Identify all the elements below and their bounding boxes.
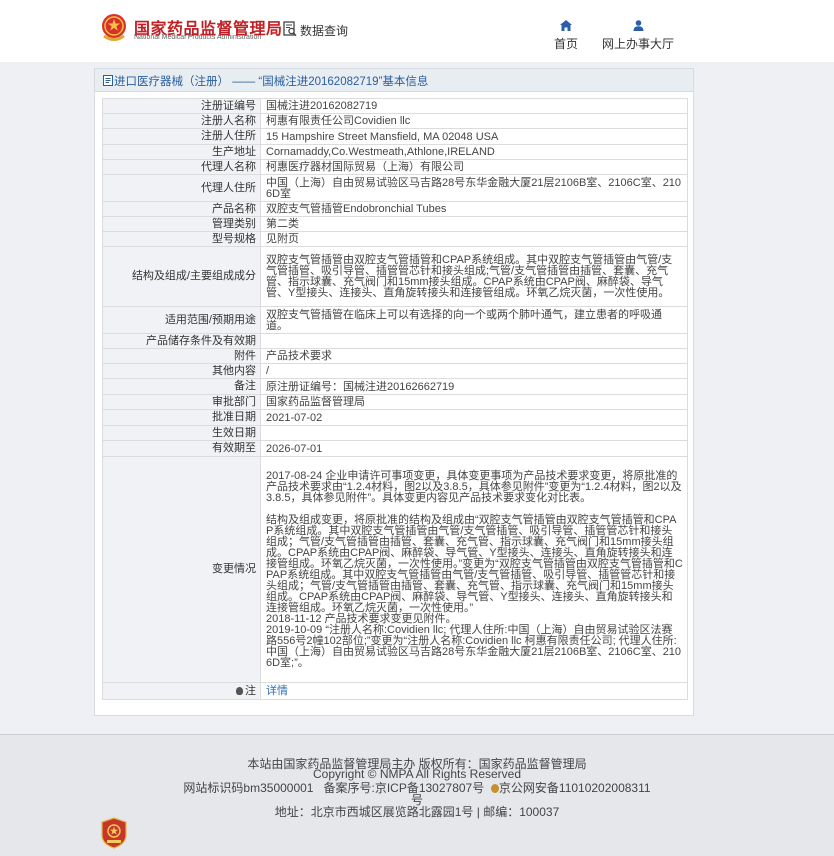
row-value: 双腔支气管插管Endobronchial Tubes [260, 201, 688, 217]
lightbulb-icon [236, 686, 243, 695]
change-history-text: 2017-08-24 企业申请许可事项变更，具体变更事项为产品技术要求变更，将原… [266, 470, 683, 669]
table-row: 代理人住所 中国（上海）自由贸易试验区马吉路28号东华金融大厦21层2106B室、… [102, 174, 688, 202]
data-query-icon[interactable] [283, 21, 297, 37]
user-icon [633, 20, 643, 31]
site-title-en: National Medical Products Administration [134, 34, 262, 41]
row-value: 2026-07-01 [260, 440, 688, 457]
party-government-badge-icon[interactable] [101, 817, 127, 849]
note-key: 注 [102, 682, 261, 700]
row-key: 产品储存条件及有效期 [102, 333, 261, 349]
table-row: 管理类别 第二类 [102, 216, 688, 232]
data-query-link[interactable]: 数据查询 [300, 22, 348, 39]
row-key: 生效日期 [102, 425, 261, 441]
table-row: 变更情况 2017-08-24 企业申请许可事项变更，具体变更事项为产品技术要求… [102, 456, 688, 683]
row-value: 第二类 [260, 216, 688, 232]
table-row: 代理人名称 柯惠医疗器材国际贸易（上海）有限公司 [102, 159, 688, 175]
site-header: 国家药品监督管理局 National Medical Products Admi… [0, 0, 834, 62]
row-value: 原注册证编号：国械注进20162662719 [260, 378, 688, 395]
panel-title-number: “国械注进20162082719” [258, 76, 383, 88]
document-icon [103, 75, 113, 86]
row-value: 见附页 [260, 231, 688, 247]
table-row: 附件 产品技术要求 [102, 348, 688, 364]
row-key: 附件 [102, 348, 261, 364]
table-row: 生效日期 [102, 425, 688, 441]
row-value [260, 425, 688, 441]
table-row: 型号规格 见附页 [102, 231, 688, 247]
table-row: 生产地址 Cornamaddy,Co.Westmeath,Athlone,IREL… [102, 144, 688, 160]
table-row: 注册人名称 柯惠有限责任公司Covidien llc [102, 113, 688, 129]
table-row: 适用范围/预期用途 双腔支气管插管在临床上可以有选择的向一个或两个肺叶通气，建立患… [102, 306, 688, 334]
row-value: 双腔支气管插管在临床上可以有选择的向一个或两个肺叶通气，建立患者的呼吸通道。 [260, 306, 688, 334]
row-value: 国械注进20162082719 [260, 98, 688, 114]
row-key: 型号规格 [102, 231, 261, 247]
row-value: 中国（上海）自由贸易试验区马吉路28号东华金融大厦21层2106B室、2106C… [260, 174, 688, 202]
table-row: 其他内容 / [102, 363, 688, 379]
note-value: 详情 [260, 682, 688, 700]
row-value: 双腔支气管插管由双腔支气管插管和CPAP系统组成。其中双腔支气管插管由气管/支气… [260, 246, 688, 307]
change-history-value: 2017-08-24 企业申请许可事项变更，具体变更事项为产品技术要求变更，将原… [260, 456, 688, 683]
row-value: 2021-07-02 [260, 409, 688, 426]
info-table: 注册证编号 国械注进20162082719 注册人名称 柯惠有限责任公司Covidi… [102, 98, 688, 700]
nav-online-hall[interactable]: 网上办事大厅 [596, 20, 680, 52]
nav-online-label: 网上办事大厅 [601, 37, 674, 51]
row-key: 注册人名称 [102, 113, 261, 129]
note-key-label: 注 [245, 684, 256, 697]
row-key: 有效期至 [102, 440, 261, 457]
row-value [260, 333, 688, 349]
row-key: 注册人住所 [102, 128, 261, 145]
details-link[interactable]: 详情 [266, 685, 288, 697]
row-value: Cornamaddy,Co.Westmeath,Athlone,IRELAND [260, 144, 688, 160]
row-value: / [260, 363, 688, 379]
site-footer: 本站由国家药品监督管理局主办 版权所有：国家药品监督管理局 Copyright … [0, 734, 834, 856]
row-key: 代理人住所 [102, 174, 261, 202]
row-key: 批准日期 [102, 409, 261, 426]
table-row: 产品名称 双腔支气管插管Endobronchial Tubes [102, 201, 688, 217]
panel-title-suffix: 基本信息 [382, 76, 429, 88]
row-key: 审批部门 [102, 394, 261, 410]
row-key: 变更情况 [102, 456, 261, 683]
row-key: 管理类别 [102, 216, 261, 232]
table-row: 注 详情 [102, 682, 688, 700]
panel-title-prefix: 进口医疗器械（注册） [114, 76, 229, 88]
row-key: 注册证编号 [102, 98, 261, 114]
table-row: 注册证编号 国械注进20162082719 [102, 98, 688, 114]
home-icon [560, 20, 572, 31]
row-key: 备注 [102, 378, 261, 395]
detail-panel: 进口医疗器械（注册） —— “国械注进20162082719”基本信息 注册证编… [94, 68, 694, 716]
table-row: 有效期至 2026-07-01 [102, 440, 688, 457]
row-key: 代理人名称 [102, 159, 261, 175]
row-value: 产品技术要求 [260, 348, 688, 364]
row-value: 柯惠医疗器材国际贸易（上海）有限公司 [260, 159, 688, 175]
row-key: 适用范围/预期用途 [102, 306, 261, 334]
nav-home[interactable]: 首页 [548, 20, 584, 52]
row-value: 国家药品监督管理局 [260, 394, 688, 410]
row-key: 其他内容 [102, 363, 261, 379]
table-row: 备注 原注册证编号：国械注进20162662719 [102, 378, 688, 395]
table-row: 批准日期 2021-07-02 [102, 409, 688, 426]
panel-title: 进口医疗器械（注册） —— “国械注进20162082719”基本信息 [95, 69, 693, 92]
nav-home-label: 首页 [553, 37, 578, 51]
row-key: 生产地址 [102, 144, 261, 160]
table-row: 结构及组成/主要组成成分 双腔支气管插管由双腔支气管插管和CPAP系统组成。其中双… [102, 246, 688, 307]
table-row: 审批部门 国家药品监督管理局 [102, 394, 688, 410]
table-row: 产品储存条件及有效期 [102, 333, 688, 349]
row-key: 结构及组成/主要组成成分 [102, 246, 261, 307]
row-value: 15 Hampshire Street Mansfield, MA 02048 … [260, 128, 688, 145]
national-emblem-logo[interactable] [99, 12, 129, 44]
row-key: 产品名称 [102, 201, 261, 217]
row-value: 柯惠有限责任公司Covidien llc [260, 113, 688, 129]
table-row: 注册人住所 15 Hampshire Street Mansfield, MA 0… [102, 128, 688, 145]
panel-title-sep: —— [229, 76, 259, 88]
